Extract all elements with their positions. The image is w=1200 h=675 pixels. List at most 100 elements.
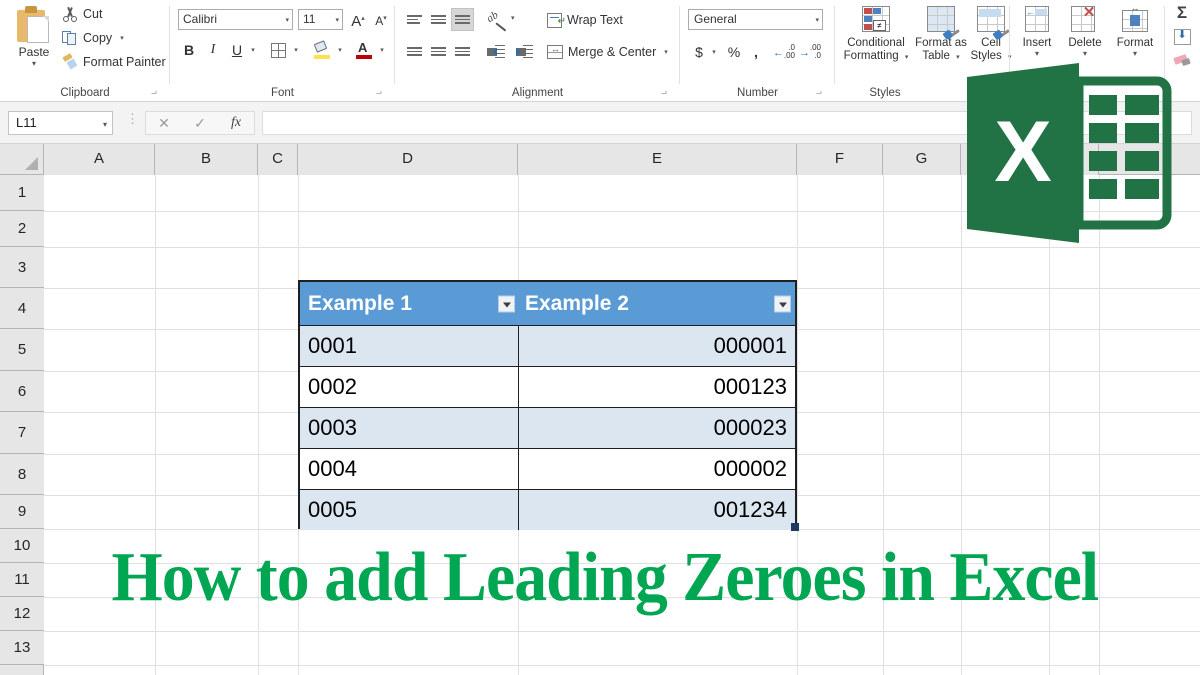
paste-dropdown-caret[interactable]: ▾ bbox=[8, 60, 60, 68]
decrease-font-size-button[interactable]: A▾ bbox=[370, 8, 392, 30]
cut-button[interactable]: Cut bbox=[62, 3, 102, 25]
clipboard-dialog-launcher[interactable] bbox=[148, 86, 160, 98]
align-center-button[interactable] bbox=[427, 40, 450, 63]
cell-styles-button[interactable]: Cell Styles ▾ bbox=[969, 4, 1013, 64]
table-header-cell[interactable]: Example 2 bbox=[519, 282, 795, 325]
decrease-decimal-button[interactable]: → .00.0 bbox=[798, 40, 822, 63]
delete-cells-button[interactable]: ✕ Delete ▾ bbox=[1060, 4, 1110, 58]
merge-center-button[interactable]: Merge & Center ▾ bbox=[547, 42, 668, 62]
orientation-dropdown-caret[interactable]: ▾ bbox=[511, 14, 515, 22]
font-size-input[interactable]: 11 ▾ bbox=[298, 9, 343, 30]
currency-format-button[interactable]: $ bbox=[690, 40, 708, 63]
conditional-formatting-button[interactable]: ≠ Conditional Formatting ▾ bbox=[839, 4, 913, 64]
filter-dropdown-icon[interactable] bbox=[774, 295, 791, 312]
format-caret[interactable]: ▾ bbox=[1110, 50, 1160, 58]
paste-button[interactable]: Paste ▾ bbox=[8, 4, 60, 78]
table-row[interactable]: 0004 000002 bbox=[300, 448, 795, 489]
copy-dropdown-caret[interactable]: ▾ bbox=[120, 34, 124, 42]
format-cells-button[interactable]: ↔ Format ▾ bbox=[1110, 4, 1160, 58]
row-header-4[interactable]: 4 bbox=[0, 288, 44, 329]
number-format-select[interactable]: General ▾ bbox=[688, 9, 823, 30]
increase-decimal-button[interactable]: ← .0.00 bbox=[772, 40, 796, 63]
clear-button[interactable] bbox=[1171, 50, 1193, 72]
fill-button[interactable] bbox=[1171, 26, 1193, 48]
alignment-dialog-launcher[interactable] bbox=[658, 86, 670, 98]
increase-indent-button[interactable] bbox=[511, 40, 537, 63]
insert-caret[interactable]: ▾ bbox=[1014, 50, 1060, 58]
excel-table[interactable]: Example 1 Example 2 0001 000001 0002 000123… bbox=[298, 280, 799, 531]
row-header-2[interactable]: 2 bbox=[0, 211, 44, 247]
filter-dropdown-icon[interactable] bbox=[498, 295, 515, 312]
italic-button[interactable]: I bbox=[202, 38, 224, 62]
cells-area[interactable]: Example 1 Example 2 0001 000001 0002 000123… bbox=[44, 175, 1200, 675]
table-cell-example1[interactable]: 0003 bbox=[300, 407, 519, 448]
format-as-table-button[interactable]: Format as Table ▾ bbox=[913, 4, 969, 64]
row-header-5[interactable]: 5 bbox=[0, 329, 44, 371]
column-header-e[interactable]: E bbox=[518, 144, 797, 175]
merge-dropdown-caret[interactable]: ▾ bbox=[664, 48, 668, 56]
table-cell-example1[interactable]: 0002 bbox=[300, 366, 519, 407]
table-header-cell[interactable]: Example 1 bbox=[300, 282, 519, 325]
insert-cells-button[interactable]: ← Insert ▾ bbox=[1014, 4, 1060, 58]
increase-font-size-button[interactable]: A▴ bbox=[347, 8, 369, 30]
bold-button[interactable]: B bbox=[178, 38, 200, 62]
table-row[interactable]: 0005 001234 bbox=[300, 489, 795, 530]
column-header-d[interactable]: D bbox=[298, 144, 518, 175]
table-cell-example1[interactable]: 0005 bbox=[300, 489, 519, 530]
underline-button[interactable]: U bbox=[226, 38, 248, 62]
chevron-down-icon[interactable]: ▾ bbox=[815, 16, 819, 24]
font-color-dropdown-caret[interactable]: ▾ bbox=[376, 38, 388, 62]
orientation-button[interactable]: ab bbox=[483, 8, 511, 32]
table-cell-example2[interactable]: 000001 bbox=[519, 325, 795, 366]
insert-function-button[interactable]: fx bbox=[218, 115, 254, 131]
column-header-f[interactable]: F bbox=[797, 144, 883, 175]
font-name-input[interactable]: Calibri ▾ bbox=[178, 9, 293, 30]
row-header-13[interactable]: 13 bbox=[0, 631, 44, 665]
confirm-formula-button[interactable]: ✓ bbox=[182, 115, 218, 132]
column-header-g[interactable]: G bbox=[883, 144, 961, 175]
fmt-table-caret[interactable]: ▾ bbox=[956, 54, 960, 61]
delete-caret[interactable]: ▾ bbox=[1060, 50, 1110, 58]
table-row[interactable]: 0002 000123 bbox=[300, 366, 795, 407]
row-header-12[interactable]: 12 bbox=[0, 597, 44, 631]
row-header-3[interactable]: 3 bbox=[0, 247, 44, 288]
borders-dropdown-caret[interactable]: ▾ bbox=[290, 38, 302, 62]
percent-format-button[interactable]: % bbox=[724, 40, 744, 63]
fill-handle[interactable] bbox=[791, 523, 799, 531]
font-dialog-launcher[interactable] bbox=[373, 86, 385, 98]
align-middle-button[interactable] bbox=[427, 8, 450, 31]
row-header-9[interactable]: 9 bbox=[0, 495, 44, 529]
chevron-down-icon[interactable]: ▾ bbox=[335, 16, 339, 24]
currency-dropdown-caret[interactable]: ▾ bbox=[708, 40, 720, 63]
cond-fmt-caret[interactable]: ▾ bbox=[905, 54, 909, 61]
align-left-button[interactable] bbox=[403, 40, 426, 63]
table-cell-example2[interactable]: 000123 bbox=[519, 366, 795, 407]
table-cell-example2[interactable]: 001234 bbox=[519, 489, 795, 530]
formula-bar-grip[interactable]: ⋮ bbox=[126, 112, 139, 131]
table-cell-example1[interactable]: 0001 bbox=[300, 325, 519, 366]
table-cell-example1[interactable]: 0004 bbox=[300, 448, 519, 489]
align-right-button[interactable] bbox=[451, 40, 474, 63]
fill-color-button[interactable] bbox=[310, 38, 334, 62]
chevron-down-icon[interactable]: ▾ bbox=[285, 16, 289, 24]
name-box[interactable]: L11 ▾ bbox=[8, 111, 113, 135]
row-header-7[interactable]: 7 bbox=[0, 412, 44, 454]
select-all-corner[interactable] bbox=[0, 144, 44, 175]
table-cell-example2[interactable]: 000002 bbox=[519, 448, 795, 489]
row-header-11[interactable]: 11 bbox=[0, 563, 44, 597]
column-header-a[interactable]: A bbox=[44, 144, 155, 175]
table-row[interactable]: 0001 000001 bbox=[300, 325, 795, 366]
align-top-button[interactable] bbox=[403, 8, 426, 31]
autosum-button[interactable]: Σ bbox=[1171, 2, 1193, 24]
copy-button[interactable]: Copy ▾ bbox=[62, 27, 124, 49]
underline-dropdown-caret[interactable]: ▾ bbox=[247, 38, 259, 62]
row-header-1[interactable]: 1 bbox=[0, 175, 44, 211]
decrease-indent-button[interactable] bbox=[483, 40, 509, 63]
row-header-8[interactable]: 8 bbox=[0, 454, 44, 495]
column-header-c[interactable]: C bbox=[258, 144, 298, 175]
column-header-b[interactable]: B bbox=[155, 144, 258, 175]
comma-format-button[interactable]: , bbox=[748, 40, 764, 63]
font-color-button[interactable]: A bbox=[352, 38, 376, 62]
row-header-6[interactable]: 6 bbox=[0, 371, 44, 412]
align-bottom-button[interactable] bbox=[451, 8, 474, 31]
